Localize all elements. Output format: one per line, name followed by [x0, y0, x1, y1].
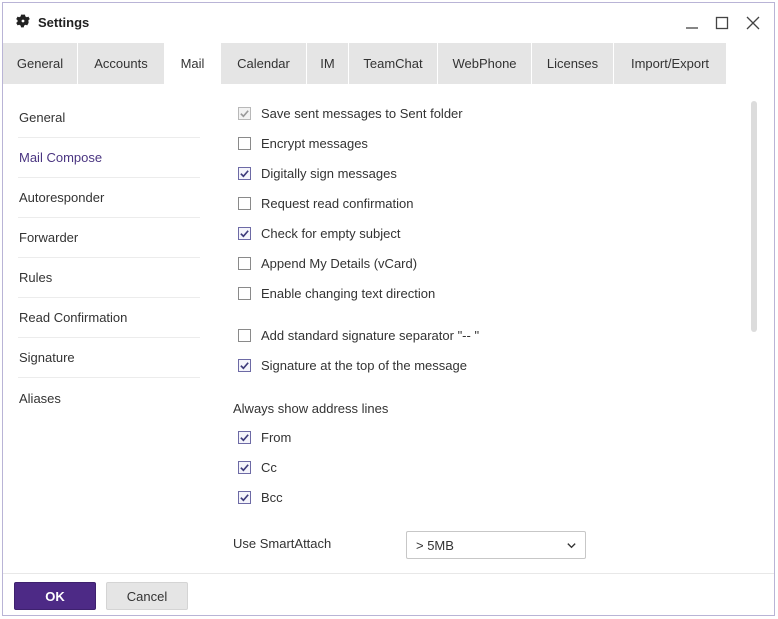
settings-sidebar: General Mail Compose Autoresponder Forwa… [18, 98, 200, 418]
option-text-direction[interactable]: Enable changing text direction [238, 283, 435, 303]
tab-import-export[interactable]: Import/Export [614, 43, 727, 84]
sidebar-item-general[interactable]: General [18, 98, 200, 138]
sidebar-item-aliases[interactable]: Aliases [18, 378, 200, 418]
minimize-icon [686, 27, 698, 29]
option-digitally-sign[interactable]: Digitally sign messages [238, 163, 397, 183]
checkbox[interactable] [238, 460, 251, 474]
option-signature-separator[interactable]: Add standard signature separator "-- " [238, 325, 479, 345]
option-cc[interactable]: Cc [238, 457, 277, 477]
maximize-button[interactable] [711, 12, 733, 34]
minimize-button[interactable] [681, 12, 703, 34]
option-label: From [261, 429, 292, 445]
checkbox[interactable] [238, 256, 251, 270]
checkbox[interactable] [238, 136, 251, 150]
checkmark-icon [240, 463, 249, 471]
tab-accounts[interactable]: Accounts [78, 43, 165, 84]
maximize-icon [715, 16, 729, 30]
option-from[interactable]: From [238, 427, 291, 447]
checkmark-icon [240, 169, 249, 177]
close-button[interactable] [742, 12, 764, 34]
sidebar-item-read-confirmation[interactable]: Read Confirmation [18, 298, 200, 338]
option-append-vcard[interactable]: Append My Details (vCard) [238, 253, 417, 273]
gear-icon [16, 14, 30, 28]
checkmark-icon [240, 493, 249, 501]
tab-im[interactable]: IM [307, 43, 349, 84]
tab-mail[interactable]: Mail [165, 43, 221, 84]
option-read-confirmation[interactable]: Request read confirmation [238, 193, 413, 213]
option-label: Append My Details (vCard) [261, 255, 418, 271]
title-bar: Settings [3, 3, 774, 42]
option-label: Cc [261, 459, 277, 475]
tab-licenses[interactable]: Licenses [532, 43, 614, 84]
scrollbar-thumb[interactable] [751, 101, 757, 332]
close-icon [746, 16, 760, 30]
tab-teamchat[interactable]: TeamChat [349, 43, 438, 84]
option-signature-top[interactable]: Signature at the top of the message [238, 355, 467, 375]
settings-window: Settings General Accounts Mail Calendar … [2, 2, 775, 616]
smartattach-label: Use SmartAttach [233, 536, 332, 551]
ok-button[interactable]: OK [14, 582, 96, 610]
option-label: Enable changing text direction [261, 285, 436, 301]
sidebar-item-forwarder[interactable]: Forwarder [18, 218, 200, 258]
checkbox[interactable] [238, 166, 251, 180]
checkbox[interactable] [238, 196, 251, 210]
tab-webphone[interactable]: WebPhone [438, 43, 532, 84]
tab-bar-filler [727, 43, 774, 84]
option-label: Request read confirmation [261, 195, 414, 211]
option-label: Bcc [261, 489, 283, 505]
option-label: Save sent messages to Sent folder [261, 105, 463, 121]
smartattach-select[interactable]: > 5MB [406, 531, 586, 559]
option-label: Encrypt messages [261, 135, 368, 151]
address-lines-heading: Always show address lines [233, 401, 389, 416]
footer-divider [3, 573, 774, 574]
option-label: Check for empty subject [261, 225, 401, 241]
cancel-button[interactable]: Cancel [106, 582, 188, 610]
option-label: Signature at the top of the message [261, 357, 467, 373]
option-empty-subject[interactable]: Check for empty subject [238, 223, 400, 243]
checkmark-icon [240, 433, 249, 441]
tab-bar: General Accounts Mail Calendar IM TeamCh… [3, 43, 774, 84]
tab-calendar[interactable]: Calendar [221, 43, 307, 84]
option-bcc[interactable]: Bcc [238, 487, 283, 507]
checkbox[interactable] [238, 106, 251, 120]
checkmark-icon [240, 229, 249, 237]
sidebar-item-mail-compose[interactable]: Mail Compose [18, 138, 200, 178]
checkmark-icon [240, 109, 249, 117]
checkbox[interactable] [238, 358, 251, 372]
option-label: Add standard signature separator "-- " [261, 327, 480, 343]
sidebar-item-signature[interactable]: Signature [18, 338, 200, 378]
option-label: Digitally sign messages [261, 165, 397, 181]
window-title: Settings [38, 15, 90, 30]
chevron-down-icon [567, 543, 576, 549]
smartattach-value: > 5MB [416, 537, 454, 553]
checkmark-icon [240, 361, 249, 369]
sidebar-item-autoresponder[interactable]: Autoresponder [18, 178, 200, 218]
option-encrypt[interactable]: Encrypt messages [238, 133, 368, 153]
option-save-sent[interactable]: Save sent messages to Sent folder [238, 103, 463, 123]
tab-general[interactable]: General [3, 43, 78, 84]
sidebar-item-rules[interactable]: Rules [18, 258, 200, 298]
checkbox[interactable] [238, 430, 251, 444]
checkbox[interactable] [238, 286, 251, 300]
checkbox[interactable] [238, 490, 251, 504]
checkbox[interactable] [238, 226, 251, 240]
checkbox[interactable] [238, 328, 251, 342]
